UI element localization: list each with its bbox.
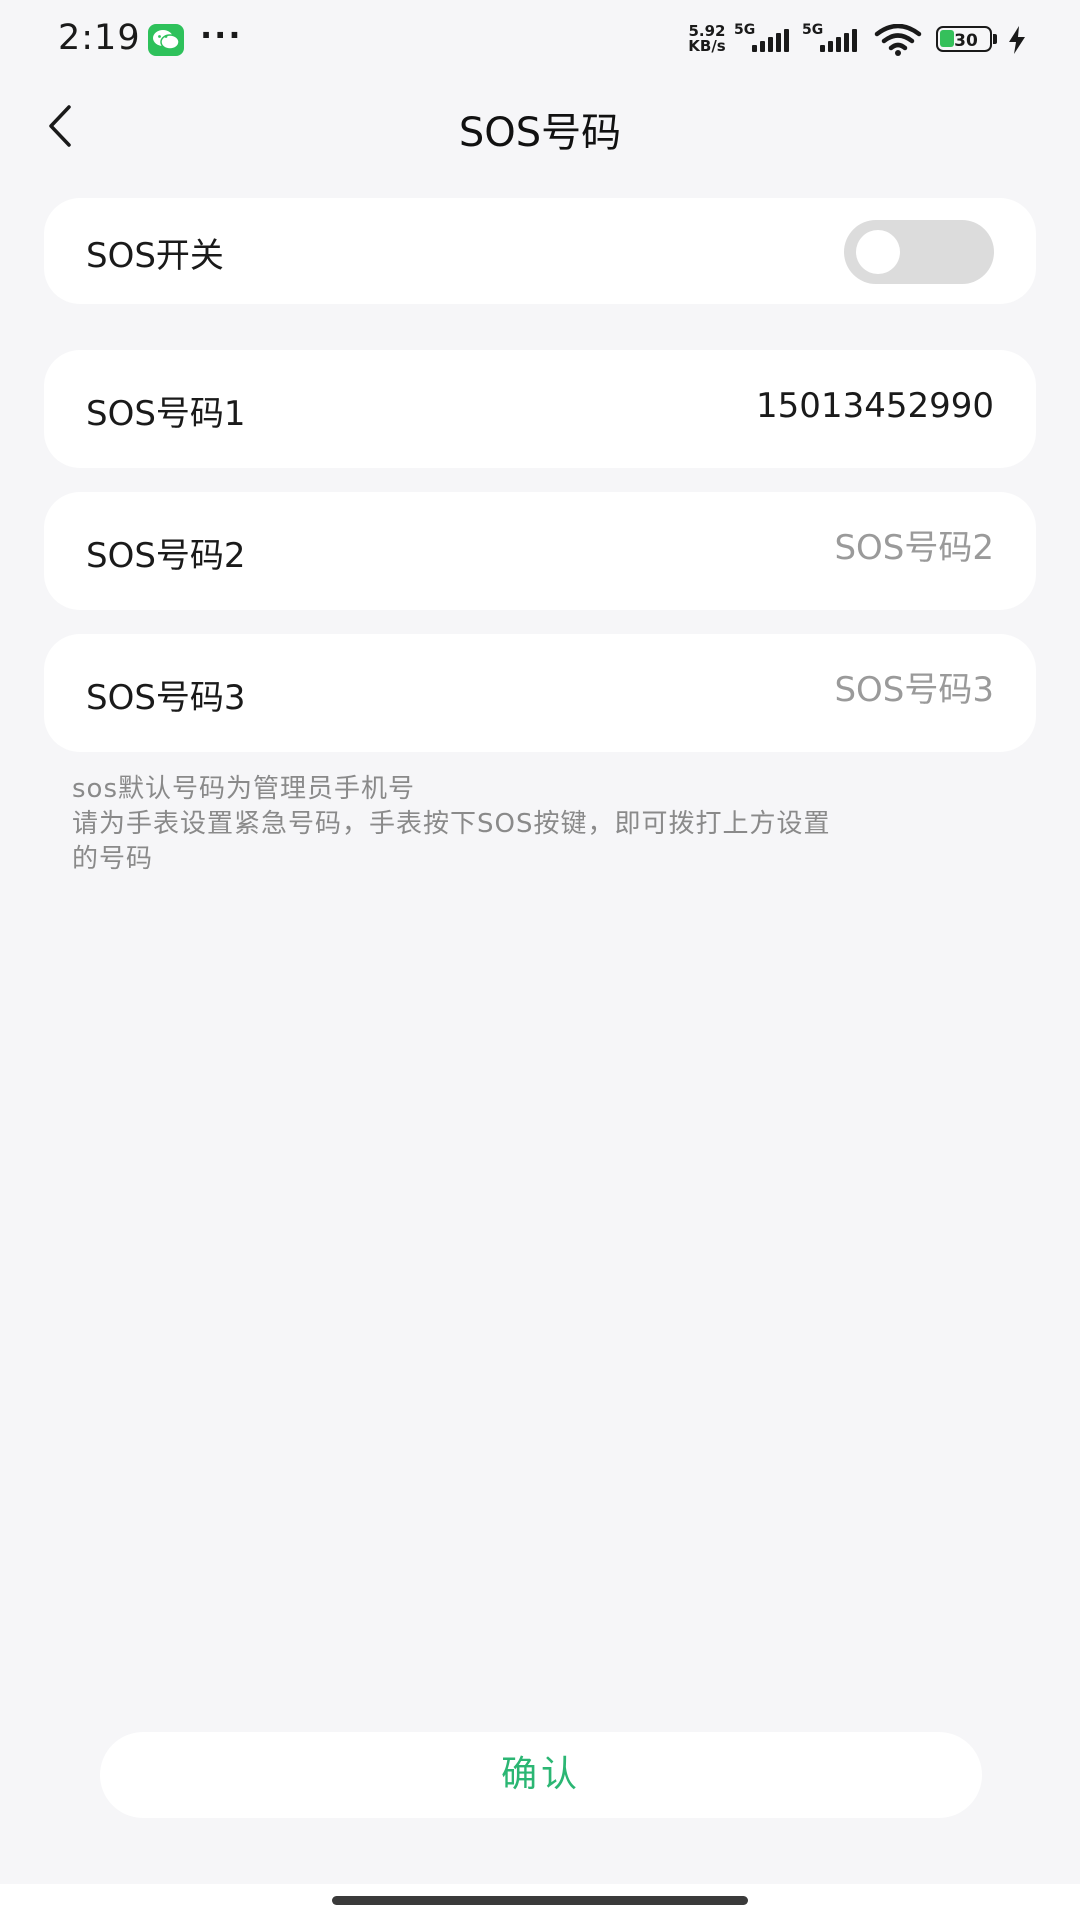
network-speed-unit: KB/s	[688, 37, 726, 55]
status-time: 2:19	[58, 18, 141, 58]
sos-number-3-label: SOS号码3	[86, 678, 246, 718]
charging-icon	[1009, 26, 1025, 54]
navigation-bar: SOS号码	[0, 80, 1080, 172]
wechat-icon	[148, 24, 184, 56]
page-title: SOS号码	[458, 110, 622, 156]
hint-line-3: 的号码	[72, 844, 154, 874]
sos-number-1-label: SOS号码1	[86, 394, 246, 434]
sos-number-row-2[interactable]: SOS号码2	[44, 492, 1036, 610]
sos-switch-label: SOS开关	[86, 236, 224, 276]
hint-line-1: sos默认号码为管理员手机号	[72, 774, 415, 804]
status-bar: 2:19 ··· 5.92 KB/s 5G 5G 30	[0, 0, 1080, 80]
battery-body: 30	[936, 26, 992, 52]
home-indicator-area	[0, 1884, 1080, 1920]
sos-number-2-label: SOS号码2	[86, 536, 246, 576]
wifi-icon	[874, 24, 922, 56]
sos-switch-card: SOS开关	[44, 198, 1036, 304]
hint-line-2: 请为手表设置紧急号码，手表按下SOS按键，即可拨打上方设置	[72, 809, 831, 839]
battery-tip	[993, 34, 997, 44]
battery-level: 30	[954, 31, 978, 51]
sos-number-row-3[interactable]: SOS号码3	[44, 634, 1036, 752]
toggle-knob	[856, 230, 900, 274]
sos-number-3-input[interactable]	[574, 670, 994, 710]
network-speed: 5.92 KB/s	[682, 24, 732, 54]
signal-icon: 5G	[734, 22, 796, 54]
sos-number-2-input[interactable]	[574, 528, 994, 568]
sos-number-1-input[interactable]	[574, 386, 994, 426]
sos-switch-toggle[interactable]	[844, 220, 994, 284]
signal-icon-2: 5G	[802, 22, 864, 54]
battery-icon: 30	[936, 26, 998, 54]
sos-number-row-1[interactable]: SOS号码1	[44, 350, 1036, 468]
confirm-button[interactable]: 确认	[100, 1732, 982, 1818]
home-indicator-bar[interactable]	[332, 1896, 748, 1905]
sos-hint-text: sos默认号码为管理员手机号 请为手表设置紧急号码，手表按下SOS按键，即可拨打…	[72, 772, 1012, 877]
more-notifications-icon: ···	[200, 16, 243, 54]
